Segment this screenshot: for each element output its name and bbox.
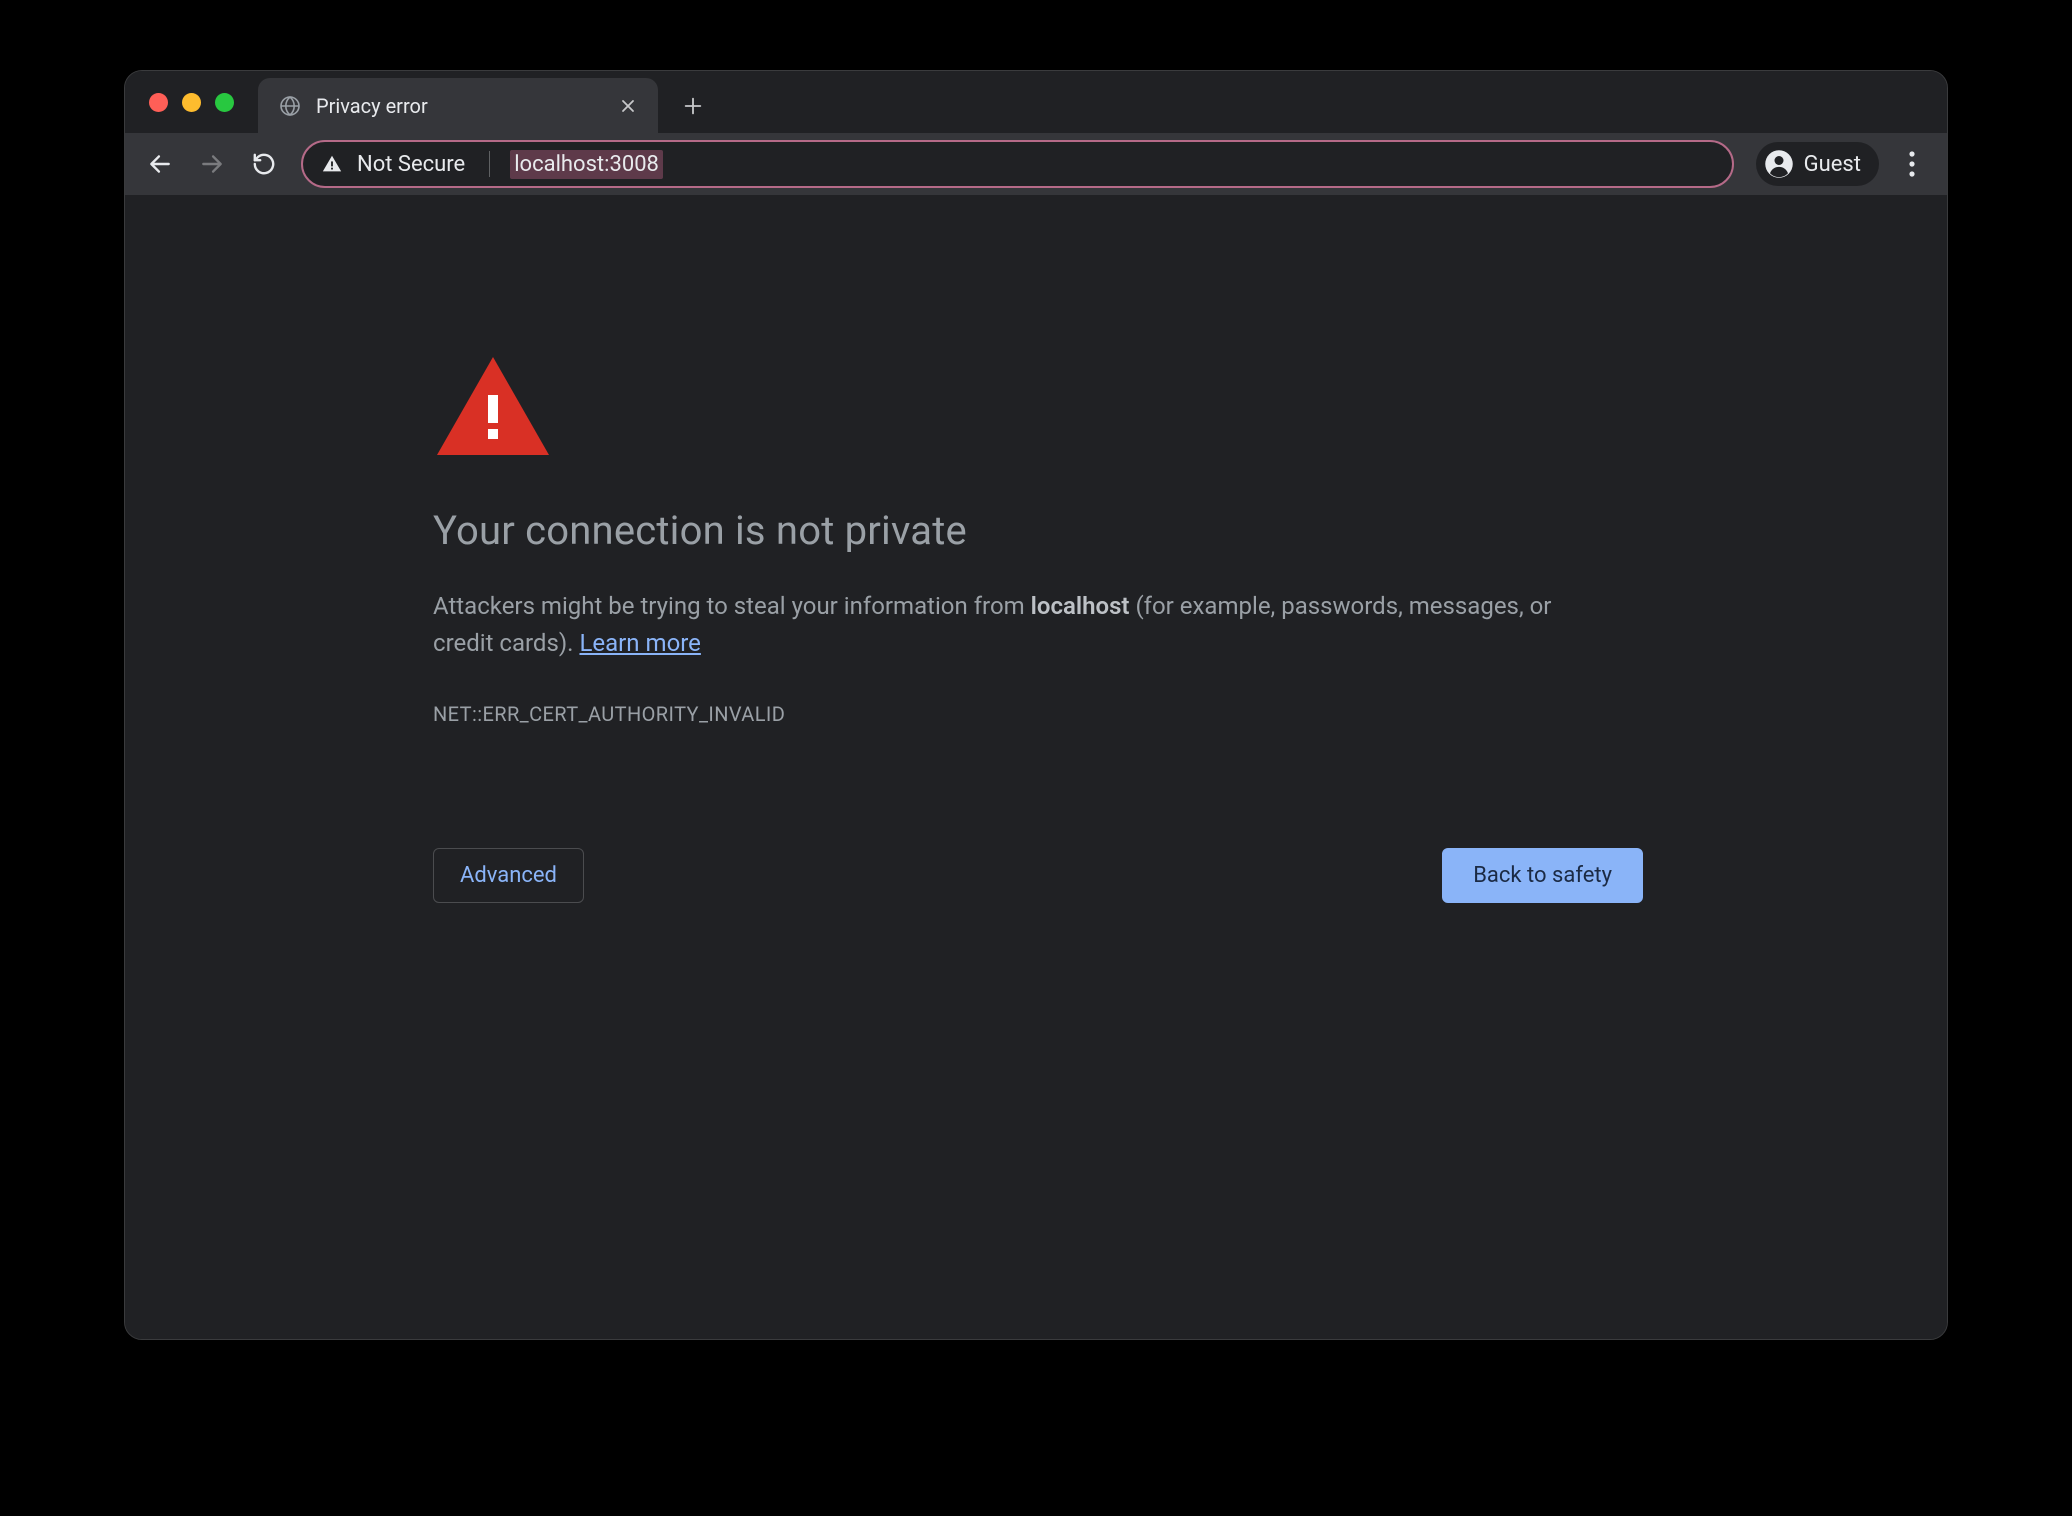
window-close-button[interactable] [149, 93, 168, 112]
page-content: Your connection is not private Attackers… [125, 195, 1947, 1339]
globe-icon [278, 94, 302, 118]
reload-button[interactable] [241, 141, 287, 187]
new-tab-button[interactable] [670, 83, 716, 129]
toolbar: Not Secure localhost:3008 Guest [125, 133, 1947, 195]
back-button[interactable] [137, 141, 183, 187]
address-bar[interactable]: Not Secure localhost:3008 [301, 140, 1734, 188]
window-maximize-button[interactable] [215, 93, 234, 112]
error-body-prefix: Attackers might be trying to steal your … [433, 592, 1031, 620]
error-button-row: Advanced Back to safety [433, 848, 1643, 903]
url-text: localhost:3008 [510, 150, 663, 179]
browser-window: Privacy error [124, 70, 1948, 1340]
window-traffic-lights [139, 71, 258, 133]
window-minimize-button[interactable] [182, 93, 201, 112]
error-heading: Your connection is not private [433, 507, 1643, 554]
learn-more-link[interactable]: Learn more [579, 629, 700, 657]
error-body-host: localhost [1031, 592, 1130, 620]
menu-button[interactable] [1889, 141, 1935, 187]
profile-label: Guest [1804, 152, 1861, 177]
ssl-error-interstitial: Your connection is not private Attackers… [433, 347, 1643, 903]
advanced-button[interactable]: Advanced [433, 848, 584, 903]
error-code: NET::ERR_CERT_AUTHORITY_INVALID [433, 702, 1643, 726]
security-status-label: Not Secure [357, 152, 465, 177]
forward-button[interactable] [189, 141, 235, 187]
tab-title: Privacy error [316, 94, 602, 118]
tab-close-button[interactable] [616, 94, 640, 118]
error-body: Attackers might be trying to steal your … [433, 588, 1553, 662]
tab-list: Privacy error [258, 71, 1947, 133]
tab-strip: Privacy error [125, 71, 1947, 133]
warning-triangle-icon [433, 347, 553, 451]
security-warning-icon [321, 153, 343, 175]
back-to-safety-button[interactable]: Back to safety [1442, 848, 1643, 903]
tab-active[interactable]: Privacy error [258, 78, 658, 133]
avatar-icon [1764, 149, 1794, 179]
profile-button[interactable]: Guest [1756, 142, 1879, 186]
omnibox-separator [489, 151, 490, 177]
